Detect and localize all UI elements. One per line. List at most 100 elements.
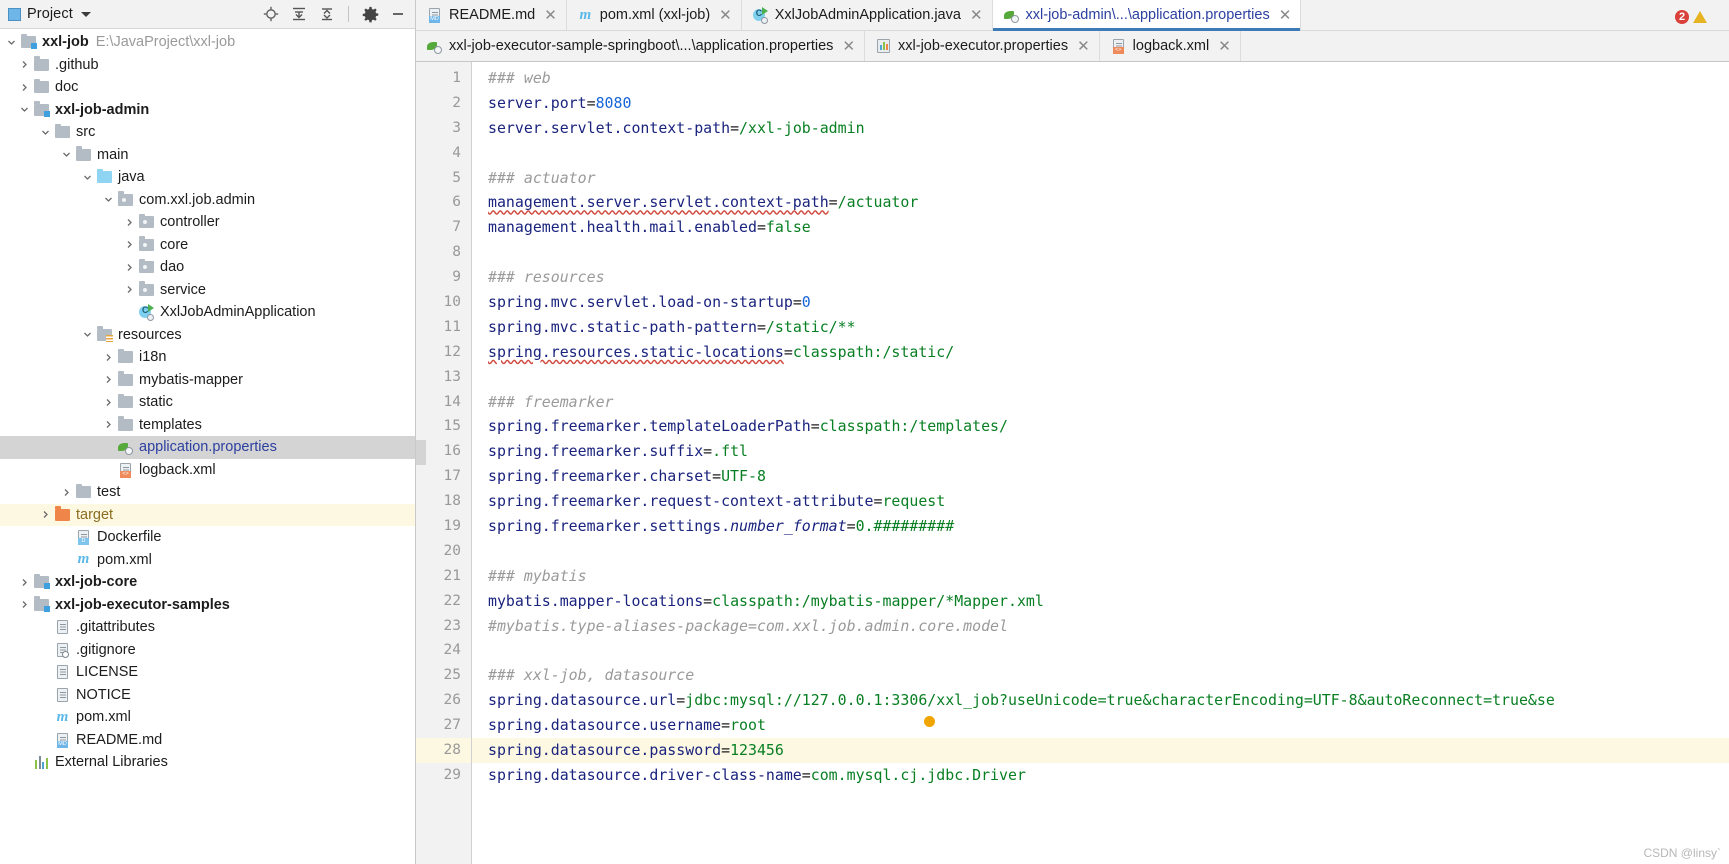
inspection-status[interactable]: 2 xyxy=(1675,10,1707,24)
chevron-down-icon[interactable] xyxy=(80,11,91,17)
tree-item-application-properties[interactable]: application.properties xyxy=(0,436,415,459)
code-line[interactable]: ### web xyxy=(488,66,1729,91)
tab-logback-xml[interactable]: <> logback.xml ✕ xyxy=(1099,31,1241,61)
code-line[interactable] xyxy=(488,240,1729,265)
code-line[interactable]: spring.freemarker.settings.number_format… xyxy=(488,514,1729,539)
tree-item-xxljobadminapplication[interactable]: XxlJobAdminApplication xyxy=(0,301,415,324)
chevron-right-icon[interactable] xyxy=(59,488,74,497)
code-line[interactable]: spring.resources.static-locations=classp… xyxy=(488,340,1729,365)
tree-item-src[interactable]: src xyxy=(0,121,415,144)
tree-item-static[interactable]: static xyxy=(0,391,415,414)
code-line[interactable]: server.port=8080 xyxy=(488,91,1729,116)
tab-xxl-job-admin-application-properties[interactable]: xxl-job-admin\...\application.properties… xyxy=(992,0,1302,31)
chevron-right-icon[interactable] xyxy=(122,218,137,227)
tree-item-notice[interactable]: NOTICE xyxy=(0,684,415,707)
tree-item-license[interactable]: LICENSE xyxy=(0,661,415,684)
collapse-all-icon[interactable] xyxy=(316,3,338,25)
code-line[interactable]: mybatis.mapper-locations=classpath:/myba… xyxy=(488,589,1729,614)
chevron-down-icon[interactable] xyxy=(101,195,116,204)
tree-item-resources[interactable]: resources xyxy=(0,324,415,347)
close-icon[interactable]: ✕ xyxy=(842,39,855,54)
tree-item-logback-xml[interactable]: <> logback.xml xyxy=(0,459,415,482)
chevron-right-icon[interactable] xyxy=(17,60,32,69)
tree-item-pom-xml-admin[interactable]: m pom.xml xyxy=(0,549,415,572)
code-line[interactable]: spring.datasource.driver-class-name=com.… xyxy=(488,763,1729,788)
tree-item-xxl-job-core[interactable]: xxl-job-core xyxy=(0,571,415,594)
code-line[interactable]: ### actuator xyxy=(488,166,1729,191)
tree-item-dockerfile[interactable]: D Dockerfile xyxy=(0,526,415,549)
line-number-gutter[interactable]: 1 2 3 4 5 6 7 8 9 10 11 12 13 14 15 16 17 18 19 20 21 22 23 24 2… xyxy=(416,62,472,864)
code-line[interactable]: spring.datasource.password=123456 xyxy=(472,738,1729,763)
tab-readme-md[interactable]: MD README.md ✕ xyxy=(416,0,567,30)
tree-item-com-xxl-job-admin[interactable]: com.xxl.job.admin xyxy=(0,189,415,212)
chevron-right-icon[interactable] xyxy=(101,420,116,429)
code-line[interactable]: ### freemarker xyxy=(488,390,1729,415)
code-line[interactable]: management.health.mail.enabled=false xyxy=(488,215,1729,240)
tab-executor-sample-springboot-application-properties[interactable]: xxl-job-executor-sample-springboot\...\a… xyxy=(416,31,866,61)
chevron-right-icon[interactable] xyxy=(122,285,137,294)
code-line[interactable]: spring.datasource.url=jdbc:mysql://127.0… xyxy=(488,688,1729,713)
close-icon[interactable]: ✕ xyxy=(719,8,732,23)
code-line[interactable] xyxy=(488,638,1729,663)
code-line[interactable]: management.server.servlet.context-path=/… xyxy=(488,190,1729,215)
code-line[interactable]: #mybatis.type-aliases-package=com.xxl.jo… xyxy=(488,614,1729,639)
gear-icon[interactable] xyxy=(359,3,381,25)
chevron-right-icon[interactable] xyxy=(17,83,32,92)
code-line[interactable]: ### xxl-job, datasource xyxy=(488,663,1729,688)
code-line[interactable]: server.servlet.context-path=/xxl-job-adm… xyxy=(488,116,1729,141)
code-line[interactable]: spring.mvc.static-path-pattern=/static/*… xyxy=(488,315,1729,340)
close-icon[interactable]: ✕ xyxy=(1218,39,1231,54)
tree-item-xxl-job-executor-samples[interactable]: xxl-job-executor-samples xyxy=(0,594,415,617)
expand-all-icon[interactable] xyxy=(288,3,310,25)
chevron-right-icon[interactable] xyxy=(17,578,32,587)
tree-item-main[interactable]: main xyxy=(0,144,415,167)
tree-item-dao[interactable]: dao xyxy=(0,256,415,279)
code-line[interactable]: spring.freemarker.templateLoaderPath=cla… xyxy=(488,414,1729,439)
tree-item-github[interactable]: .github xyxy=(0,54,415,77)
chevron-right-icon[interactable] xyxy=(122,240,137,249)
tree-item-test[interactable]: test xyxy=(0,481,415,504)
tree-item-readme-md[interactable]: MD README.md xyxy=(0,729,415,752)
tree-item-target[interactable]: target xyxy=(0,503,415,526)
tree-item-controller[interactable]: controller xyxy=(0,211,415,234)
code-line[interactable]: spring.freemarker.suffix=.ftl xyxy=(488,439,1729,464)
close-icon[interactable]: ✕ xyxy=(970,8,983,23)
locate-icon[interactable] xyxy=(260,3,282,25)
code-line[interactable] xyxy=(488,539,1729,564)
tree-item-doc[interactable]: doc xyxy=(0,76,415,99)
tree-item-mybatis-mapper[interactable]: mybatis-mapper xyxy=(0,369,415,392)
tree-item-i18n[interactable]: i18n xyxy=(0,346,415,369)
code-line[interactable] xyxy=(488,365,1729,390)
chevron-down-icon[interactable] xyxy=(80,173,95,182)
code-line[interactable]: spring.mvc.servlet.load-on-startup=0 xyxy=(488,290,1729,315)
change-marker-bar[interactable] xyxy=(416,62,426,864)
chevron-right-icon[interactable] xyxy=(38,510,53,519)
tree-item-xxl-job-admin[interactable]: xxl-job-admin xyxy=(0,99,415,122)
chevron-right-icon[interactable] xyxy=(122,263,137,272)
code-content[interactable]: ### web server.port=8080 server.servlet.co… xyxy=(472,62,1729,864)
close-icon[interactable]: ✕ xyxy=(1077,39,1090,54)
chevron-right-icon[interactable] xyxy=(101,353,116,362)
chevron-right-icon[interactable] xyxy=(17,600,32,609)
tree-item-pom-xml-root[interactable]: m pom.xml xyxy=(0,706,415,729)
code-line[interactable] xyxy=(488,141,1729,166)
tree-item-external-libraries[interactable]: External Libraries xyxy=(0,751,415,774)
minimize-icon[interactable] xyxy=(387,3,409,25)
project-tree[interactable]: xxl-job E:\JavaProject\xxl-job .github d… xyxy=(0,29,415,864)
close-icon[interactable]: ✕ xyxy=(544,8,557,23)
tab-xxl-job-executor-properties[interactable]: xxl-job-executor.properties ✕ xyxy=(865,31,1100,61)
code-line[interactable]: spring.freemarker.charset=UTF-8 xyxy=(488,464,1729,489)
tree-item-service[interactable]: service xyxy=(0,279,415,302)
tree-item-templates[interactable]: templates xyxy=(0,414,415,437)
tab-pom-xml[interactable]: m pom.xml (xxl-job) ✕ xyxy=(566,0,742,30)
chevron-down-icon[interactable] xyxy=(59,150,74,159)
tree-item-gitignore[interactable]: .gitignore xyxy=(0,639,415,662)
tree-item-core[interactable]: core xyxy=(0,234,415,257)
tree-item-xxl-job[interactable]: xxl-job E:\JavaProject\xxl-job xyxy=(0,31,415,54)
chevron-down-icon[interactable] xyxy=(80,330,95,339)
code-line[interactable]: ### mybatis xyxy=(488,564,1729,589)
chevron-down-icon[interactable] xyxy=(38,128,53,137)
code-line[interactable]: spring.freemarker.request-context-attrib… xyxy=(488,489,1729,514)
tree-item-java[interactable]: java xyxy=(0,166,415,189)
chevron-right-icon[interactable] xyxy=(101,398,116,407)
